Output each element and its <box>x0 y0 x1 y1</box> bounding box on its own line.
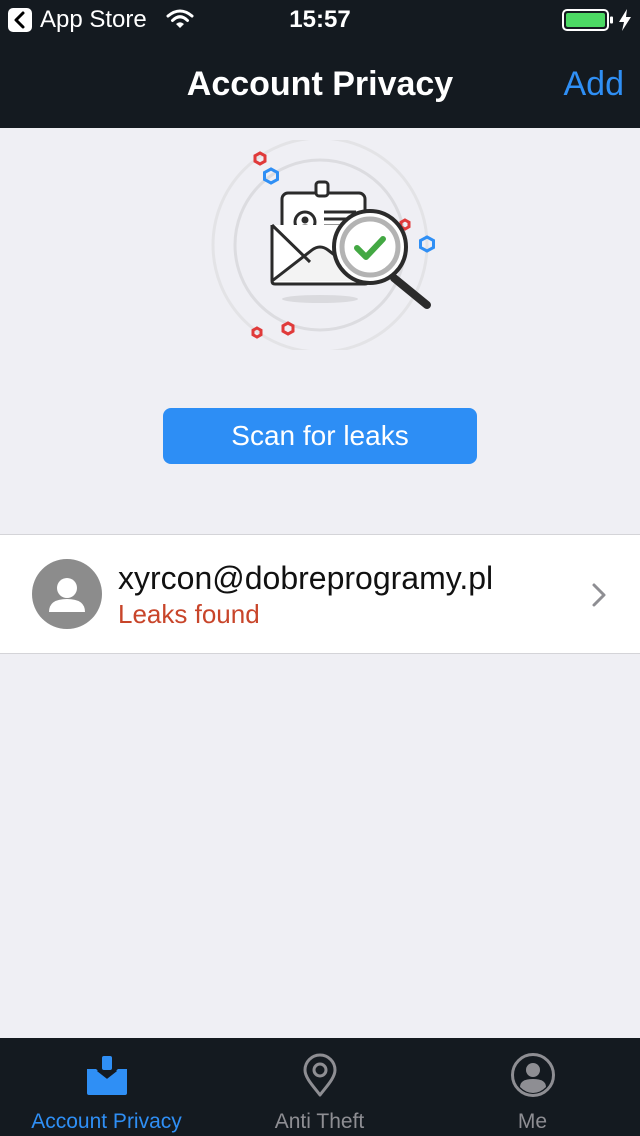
avatar-placeholder-icon <box>49 578 85 612</box>
status-bar: App Store 15:57 <box>0 0 640 40</box>
tab-account-privacy[interactable]: Account Privacy <box>0 1038 213 1136</box>
account-row[interactable]: xyrcon@dobreprogramy.pl Leaks found <box>0 534 640 654</box>
user-circle-icon <box>511 1053 555 1097</box>
account-status: Leaks found <box>118 599 260 629</box>
nav-bar: Account Privacy Add <box>0 40 640 128</box>
status-time: 15:57 <box>289 6 351 33</box>
tab-label: Me <box>517 1110 548 1133</box>
tab-bar: Account Privacy Anti Theft Me <box>0 1038 640 1136</box>
mail-tray-icon <box>87 1056 127 1095</box>
location-pin-icon <box>303 1053 337 1097</box>
tab-anti-theft[interactable]: Anti Theft <box>213 1038 426 1136</box>
hero-illustration <box>200 136 440 355</box>
scan-for-leaks-button[interactable]: Scan for leaks <box>163 408 477 464</box>
chevron-right-icon <box>592 583 606 607</box>
avatar <box>32 559 102 629</box>
page-title: Account Privacy <box>186 65 454 103</box>
email-scan-illustration <box>211 136 435 354</box>
tab-label: Anti Theft <box>274 1110 365 1133</box>
battery-icon <box>562 9 613 31</box>
account-email: xyrcon@dobreprogramy.pl <box>118 560 494 596</box>
add-button[interactable]: Add <box>564 64 625 104</box>
charging-bolt-icon <box>619 9 631 31</box>
tab-me[interactable]: Me <box>426 1038 639 1136</box>
tab-label: Account Privacy <box>31 1110 182 1133</box>
